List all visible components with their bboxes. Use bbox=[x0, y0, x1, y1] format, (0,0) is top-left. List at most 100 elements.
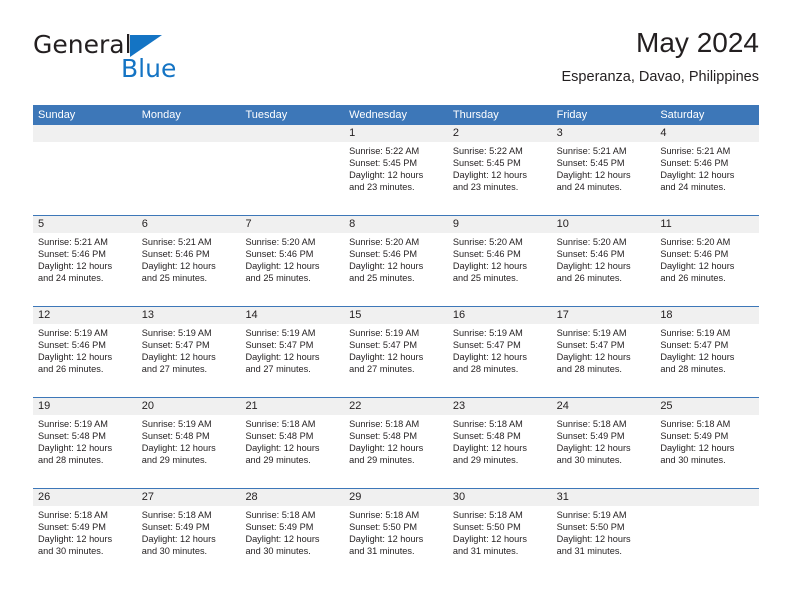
day-number-band: 30 bbox=[447, 489, 552, 506]
calendar-day-cell[interactable]: 8 Sunrise: 5:20 AM Sunset: 5:46 PM Daylight… bbox=[344, 216, 448, 306]
calendar-day-cell[interactable]: 29 Sunrise: 5:18 AM Sunset: 5:50 PM Dayligh… bbox=[344, 489, 448, 579]
day-number: 9 bbox=[452, 218, 459, 230]
calendar-weeks: 1 Sunrise: 5:22 AM Sunset: 5:45 PM Daylight… bbox=[33, 125, 760, 579]
day-detail-line: and 26 minutes. bbox=[660, 273, 726, 284]
calendar-day-cell-empty bbox=[33, 125, 137, 215]
day-details: Sunrise: 5:20 AM Sunset: 5:46 PM Daylight:… bbox=[240, 233, 344, 284]
calendar-day-cell[interactable]: 28 Sunrise: 5:18 AM Sunset: 5:49 PM Dayligh… bbox=[240, 489, 345, 579]
day-details: Sunrise: 5:18 AM Sunset: 5:50 PM Daylight:… bbox=[344, 506, 448, 557]
day-number-band: 2 bbox=[447, 125, 552, 142]
day-number-band: 10 bbox=[551, 216, 656, 233]
day-detail-line: Sunrise: 5:21 AM bbox=[660, 146, 731, 156]
calendar-day-cell[interactable]: 24 Sunrise: 5:18 AM Sunset: 5:49 PM Dayligh… bbox=[551, 398, 656, 488]
calendar-day-cell[interactable]: 11 Sunrise: 5:20 AM Sunset: 5:46 PM Dayligh… bbox=[655, 216, 760, 306]
day-detail-line: Daylight: 12 hours bbox=[660, 352, 735, 363]
calendar-day-cell[interactable]: 2 Sunrise: 5:22 AM Sunset: 5:45 PM Daylight… bbox=[447, 125, 552, 215]
day-number-band: 17 bbox=[551, 307, 656, 324]
day-number: 17 bbox=[556, 309, 569, 321]
calendar-day-cell[interactable]: 16 Sunrise: 5:19 AM Sunset: 5:47 PM Dayligh… bbox=[447, 307, 552, 397]
calendar-day-cell[interactable]: 19 Sunrise: 5:19 AM Sunset: 5:48 PM Dayligh… bbox=[33, 398, 137, 488]
calendar-day-cell[interactable]: 25 Sunrise: 5:18 AM Sunset: 5:49 PM Dayligh… bbox=[655, 398, 760, 488]
day-detail-line: Sunrise: 5:18 AM bbox=[141, 510, 212, 520]
day-detail-line: Daylight: 12 hours bbox=[349, 352, 424, 363]
day-detail-line: Sunset: 5:46 PM bbox=[452, 249, 521, 260]
day-number-band: 13 bbox=[136, 307, 241, 324]
day-details: Sunrise: 5:20 AM Sunset: 5:46 PM Daylight:… bbox=[344, 233, 448, 284]
calendar-grid: Sunday Monday Tuesday Wednesday Thursday Frid… bbox=[33, 105, 760, 579]
calendar-day-cell[interactable]: 22 Sunrise: 5:18 AM Sunset: 5:48 PM Dayligh… bbox=[344, 398, 448, 488]
calendar-day-cell[interactable]: 14 Sunrise: 5:19 AM Sunset: 5:47 PM Dayligh… bbox=[240, 307, 345, 397]
day-number: 12 bbox=[38, 309, 51, 321]
day-number: 4 bbox=[660, 127, 667, 139]
day-detail-line: Daylight: 12 hours bbox=[556, 261, 631, 272]
day-detail-line: Sunrise: 5:18 AM bbox=[452, 419, 523, 429]
day-details bbox=[240, 142, 344, 145]
day-number: 23 bbox=[452, 400, 466, 412]
day-number-band: 25 bbox=[655, 398, 760, 415]
calendar-day-cell[interactable]: 15 Sunrise: 5:19 AM Sunset: 5:47 PM Dayligh… bbox=[344, 307, 448, 397]
weekday-header-tuesday: Tuesday bbox=[245, 109, 288, 121]
day-detail-line: Sunset: 5:47 PM bbox=[556, 340, 625, 351]
day-detail-line: and 28 minutes. bbox=[660, 364, 726, 375]
day-detail-line: Sunrise: 5:22 AM bbox=[349, 146, 420, 156]
day-details: Sunrise: 5:18 AM Sunset: 5:48 PM Daylight:… bbox=[344, 415, 448, 466]
calendar-day-cell[interactable]: 7 Sunrise: 5:20 AM Sunset: 5:46 PM Daylight… bbox=[240, 216, 345, 306]
calendar-day-cell[interactable]: 9 Sunrise: 5:20 AM Sunset: 5:46 PM Daylight… bbox=[447, 216, 552, 306]
day-detail-line: and 27 minutes. bbox=[245, 364, 311, 375]
day-details: Sunrise: 5:19 AM Sunset: 5:47 PM Daylight:… bbox=[344, 324, 448, 375]
day-detail-line: and 25 minutes. bbox=[141, 273, 208, 284]
calendar-page: General Blue May 2024 Esperanza, Davao, … bbox=[0, 0, 792, 612]
day-detail-line: Sunrise: 5:18 AM bbox=[349, 510, 420, 520]
day-number: 25 bbox=[660, 400, 673, 412]
calendar-day-cell[interactable]: 4 Sunrise: 5:21 AM Sunset: 5:46 PM Daylight… bbox=[655, 125, 760, 215]
day-details: Sunrise: 5:18 AM Sunset: 5:49 PM Daylight:… bbox=[240, 506, 344, 557]
weekday-header-sunday: Sunday bbox=[38, 109, 76, 121]
day-detail-line: Sunset: 5:45 PM bbox=[349, 158, 418, 169]
day-detail-line: Sunset: 5:48 PM bbox=[38, 431, 106, 442]
calendar-day-cell[interactable]: 23 Sunrise: 5:18 AM Sunset: 5:48 PM Dayligh… bbox=[447, 398, 552, 488]
day-detail-line: Sunset: 5:50 PM bbox=[556, 522, 625, 533]
calendar-day-cell[interactable]: 30 Sunrise: 5:18 AM Sunset: 5:50 PM Dayligh… bbox=[447, 489, 552, 579]
day-detail-line: Sunrise: 5:20 AM bbox=[556, 237, 627, 247]
calendar-day-cell[interactable]: 10 Sunrise: 5:20 AM Sunset: 5:46 PM Dayligh… bbox=[551, 216, 656, 306]
day-detail-line: Sunrise: 5:19 AM bbox=[660, 328, 731, 338]
day-detail-line: and 31 minutes. bbox=[452, 546, 519, 557]
day-detail-line: Daylight: 12 hours bbox=[245, 261, 320, 272]
general-blue-logo[interactable]: General Blue bbox=[33, 32, 243, 90]
day-detail-line: Sunrise: 5:18 AM bbox=[349, 419, 420, 429]
day-detail-line: and 30 minutes. bbox=[660, 455, 726, 466]
day-number-band: 22 bbox=[344, 398, 448, 415]
calendar-day-cell[interactable]: 13 Sunrise: 5:19 AM Sunset: 5:47 PM Dayligh… bbox=[136, 307, 241, 397]
day-details: Sunrise: 5:19 AM Sunset: 5:47 PM Daylight:… bbox=[552, 324, 656, 375]
day-detail-line: Sunrise: 5:19 AM bbox=[452, 328, 523, 338]
day-details: Sunrise: 5:20 AM Sunset: 5:46 PM Daylight:… bbox=[552, 233, 656, 284]
day-number: 31 bbox=[556, 491, 569, 503]
calendar-day-cell[interactable]: 5 Sunrise: 5:21 AM Sunset: 5:46 PM Daylight… bbox=[33, 216, 137, 306]
calendar-day-cell[interactable]: 17 Sunrise: 5:19 AM Sunset: 5:47 PM Dayligh… bbox=[551, 307, 656, 397]
day-details bbox=[137, 142, 241, 145]
day-detail-line: Daylight: 12 hours bbox=[349, 443, 424, 454]
day-detail-line: and 30 minutes. bbox=[141, 546, 208, 557]
calendar-day-cell[interactable]: 26 Sunrise: 5:18 AM Sunset: 5:49 PM Dayligh… bbox=[33, 489, 137, 579]
calendar-day-cell-empty bbox=[136, 125, 241, 215]
calendar-day-cell[interactable]: 1 Sunrise: 5:22 AM Sunset: 5:45 PM Daylight… bbox=[344, 125, 448, 215]
day-number-band: 4 bbox=[655, 125, 760, 142]
day-detail-line: and 28 minutes. bbox=[452, 364, 519, 375]
calendar-day-cell[interactable]: 3 Sunrise: 5:21 AM Sunset: 5:45 PM Daylight… bbox=[551, 125, 656, 215]
calendar-day-cell[interactable]: 12 Sunrise: 5:19 AM Sunset: 5:46 PM Dayligh… bbox=[33, 307, 137, 397]
calendar-day-cell[interactable]: 21 Sunrise: 5:18 AM Sunset: 5:48 PM Dayligh… bbox=[240, 398, 345, 488]
calendar-day-cell[interactable]: 20 Sunrise: 5:19 AM Sunset: 5:48 PM Dayligh… bbox=[136, 398, 241, 488]
calendar-day-cell[interactable]: 31 Sunrise: 5:19 AM Sunset: 5:50 PM Dayligh… bbox=[551, 489, 656, 579]
day-detail-line: Sunset: 5:45 PM bbox=[452, 158, 521, 169]
day-detail-line: Sunrise: 5:19 AM bbox=[141, 328, 212, 338]
day-detail-line: Daylight: 12 hours bbox=[349, 534, 424, 545]
day-number: 30 bbox=[452, 491, 466, 503]
day-number-band: 26 bbox=[33, 489, 137, 506]
day-details: Sunrise: 5:21 AM Sunset: 5:46 PM Daylight:… bbox=[33, 233, 137, 284]
calendar-day-cell[interactable]: 6 Sunrise: 5:21 AM Sunset: 5:46 PM Daylight… bbox=[136, 216, 241, 306]
day-number-band: 12 bbox=[33, 307, 137, 324]
day-number-band: 21 bbox=[240, 398, 345, 415]
day-details: Sunrise: 5:21 AM Sunset: 5:46 PM Daylight:… bbox=[137, 233, 241, 284]
calendar-day-cell[interactable]: 27 Sunrise: 5:18 AM Sunset: 5:49 PM Dayligh… bbox=[136, 489, 241, 579]
calendar-day-cell[interactable]: 18 Sunrise: 5:19 AM Sunset: 5:47 PM Dayligh… bbox=[655, 307, 760, 397]
